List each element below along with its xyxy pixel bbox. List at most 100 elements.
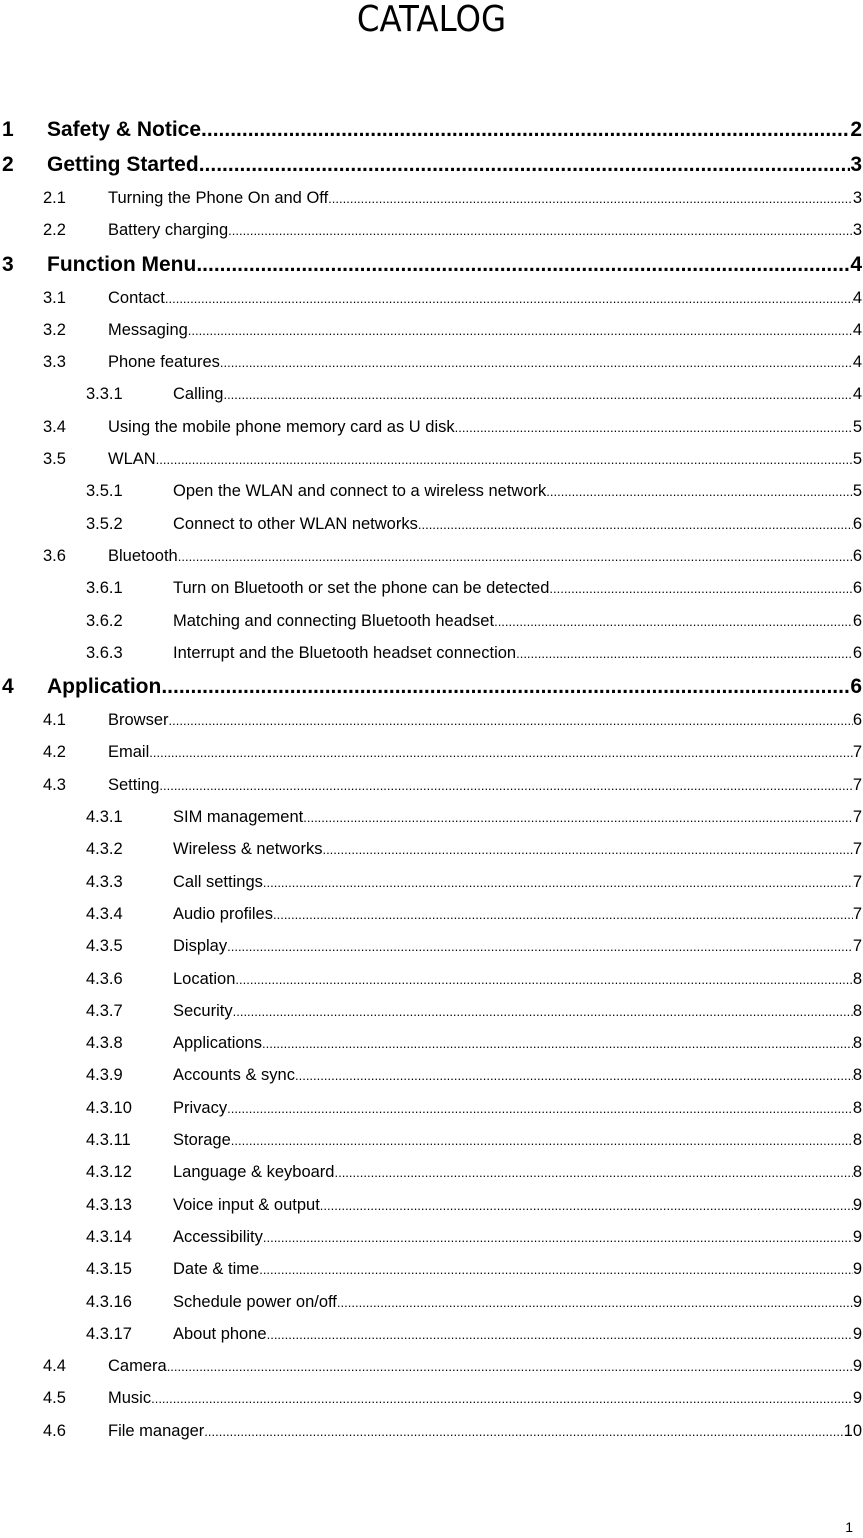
dot-leader — [228, 215, 853, 246]
dot-leader — [156, 444, 853, 475]
toc-entry-number: 1 — [2, 118, 14, 141]
toc-entry-3-5-2[interactable]: 3.5.2 Connect to other WLAN networks 6 — [0, 508, 862, 540]
toc-entry-4-3-17[interactable]: 4.3.17 About phone 9 — [0, 1318, 862, 1350]
toc-entry-label: Wireless & networks — [173, 840, 323, 859]
toc-entry-3-2[interactable]: 3.2 Messaging 4 — [0, 314, 862, 346]
dot-leader — [334, 1157, 852, 1188]
toc-entry-4-3-7[interactable]: 4.3.7 Security 8 — [0, 995, 862, 1027]
toc-entry-label: Phone features — [108, 353, 220, 372]
toc-entry-number: 4.3.5 — [86, 937, 123, 956]
toc-entry-4-5[interactable]: 4.5 Music 9 — [0, 1382, 862, 1414]
dot-leader — [418, 509, 853, 540]
toc-entry-3-3-1[interactable]: 3.3.1 Calling 4 — [0, 378, 862, 410]
toc-entry-page: 7 — [852, 904, 862, 923]
toc-entry-number: 4.3.3 — [86, 872, 123, 891]
toc-entry-label: SIM management — [173, 808, 304, 827]
toc-entry-label: Messaging — [108, 320, 188, 339]
toc-entry-label: Privacy — [173, 1098, 228, 1117]
dot-leader — [328, 183, 853, 214]
toc-entry-4[interactable]: 4 Application 6 — [0, 669, 862, 704]
toc-entry-label: Matching and connecting Bluetooth headse… — [173, 611, 495, 630]
page-title: CATALOG — [356, 0, 507, 40]
toc-entry-3-6-2[interactable]: 3.6.2 Matching and connecting Bluetooth h… — [0, 605, 862, 637]
toc-entry-4-3-9[interactable]: 4.3.9 Accounts & sync 8 — [0, 1059, 862, 1091]
toc-entry-label: Calling — [173, 385, 224, 404]
toc-entry-4-1[interactable]: 4.1 Browser 6 — [0, 704, 862, 736]
dot-leader — [273, 899, 853, 930]
toc-entry-label: Setting — [108, 775, 160, 794]
toc-entry-4-4[interactable]: 4.4 Camera 9 — [0, 1350, 862, 1382]
toc-entry-4-3-2[interactable]: 4.3.2 Wireless & networks 7 — [0, 833, 862, 865]
toc-entry-3-6-3[interactable]: 3.6.3 Interrupt and the Bluetooth headset… — [0, 637, 862, 669]
toc-entry-number: 4.3.7 — [86, 1001, 123, 1020]
toc-entry-number: 4.3.16 — [86, 1292, 132, 1311]
toc-entry-page: 7 — [852, 840, 862, 859]
toc-entry-3-5[interactable]: 3.5 WLAN 5 — [0, 443, 862, 475]
toc-entry-number: 3.3.1 — [86, 385, 123, 404]
toc-entry-page: 5 — [852, 482, 862, 501]
toc-entry-page: 7 — [852, 872, 862, 891]
toc-entry-4-3-13[interactable]: 4.3.13 Voice input & output 9 — [0, 1189, 862, 1221]
toc-entry-3-1[interactable]: 3.1 Contact 4 — [0, 282, 862, 314]
toc-entry-number: 4.3.12 — [86, 1163, 132, 1182]
toc-entry-4-3-3[interactable]: 4.3.3 Call settings 7 — [0, 866, 862, 898]
toc-entry-label: Applications — [173, 1034, 262, 1053]
toc-entry-number: 4.3.1 — [86, 808, 123, 827]
toc-entry-page: 2 — [850, 118, 862, 141]
toc-entry-number: 3.6.1 — [86, 579, 123, 598]
toc-entry-page: 9 — [852, 1357, 862, 1376]
toc-entry-number: 4.3.15 — [86, 1260, 132, 1279]
toc-entry-4-3-11[interactable]: 4.3.11 Storage 8 — [0, 1124, 862, 1156]
toc-entry-3-3[interactable]: 3.3 Phone features 4 — [0, 346, 862, 378]
toc-entry-3[interactable]: 3 Function Menu 4 — [0, 247, 862, 282]
toc-entry-label: Getting Started — [47, 153, 199, 176]
toc-entry-4-3[interactable]: 4.3 Setting 7 — [0, 769, 862, 801]
dot-leader — [546, 476, 853, 507]
toc-entry-3-6-1[interactable]: 3.6.1 Turn on Bluetooth or set the phone … — [0, 572, 862, 604]
toc-entry-2-2[interactable]: 2.2 Battery charging 3 — [0, 214, 862, 246]
dot-leader — [320, 1190, 853, 1221]
toc-entry-4-3-6[interactable]: 4.3.6 Location 8 — [0, 963, 862, 995]
toc-entry-4-6[interactable]: 4.6 File manager 10 — [0, 1415, 862, 1447]
toc-entry-4-3-1[interactable]: 4.3.1 SIM management 7 — [0, 801, 862, 833]
dot-leader — [494, 606, 853, 637]
toc-entry-number: 4.3.4 — [86, 904, 123, 923]
toc-entry-number: 3.5.1 — [86, 482, 123, 501]
toc-entry-4-3-15[interactable]: 4.3.15 Date & time 9 — [0, 1253, 862, 1285]
toc-entry-number: 3 — [2, 252, 14, 276]
toc-entry-4-3-12[interactable]: 4.3.12 Language & keyboard 8 — [0, 1156, 862, 1188]
toc-entry-3-6[interactable]: 3.6 Bluetooth 6 — [0, 540, 862, 572]
dot-leader — [233, 996, 853, 1027]
toc-entry-4-3-5[interactable]: 4.3.5 Display 7 — [0, 930, 862, 962]
toc-entry-3-4[interactable]: 3.4 Using the mobile phone memory card as… — [0, 411, 862, 443]
toc-entry-page: 6 — [852, 643, 862, 662]
toc-entry-1[interactable]: 1 Safety & Notice 2 — [0, 112, 862, 147]
dot-leader — [295, 1060, 853, 1091]
toc-entry-2-1[interactable]: 2.1 Turning the Phone On and Off 3 — [0, 182, 862, 214]
toc-entry-label: WLAN — [108, 450, 156, 469]
toc-entry-page: 6 — [852, 611, 862, 630]
toc-entry-3-5-1[interactable]: 3.5.1 Open the WLAN and connect to a wire… — [0, 475, 862, 507]
toc-entry-page: 8 — [852, 1034, 862, 1053]
toc-entry-label: Contact — [108, 288, 165, 307]
toc-entry-label: Battery charging — [108, 221, 229, 240]
dot-leader — [204, 1416, 843, 1447]
toc-entry-4-2[interactable]: 4.2 Email 7 — [0, 736, 862, 768]
toc-entry-number: 2.2 — [43, 221, 66, 240]
toc-entry-page: 6 — [852, 514, 862, 533]
dot-leader — [167, 1351, 853, 1382]
toc-entry-number: 3.5 — [43, 450, 66, 469]
toc-entry-number: 2.1 — [43, 189, 66, 207]
dot-leader — [201, 112, 850, 147]
toc-entry-number: 4 — [2, 675, 14, 699]
toc-entry-4-3-4[interactable]: 4.3.4 Audio profiles 7 — [0, 898, 862, 930]
toc-entry-4-3-14[interactable]: 4.3.14 Accessibility 9 — [0, 1221, 862, 1253]
toc-entry-number: 3.6 — [43, 546, 66, 565]
dot-leader — [227, 931, 853, 962]
toc-entry-4-3-16[interactable]: 4.3.16 Schedule power on/off 9 — [0, 1286, 862, 1318]
toc-entry-number: 4.3.10 — [86, 1098, 132, 1117]
toc-entry-2[interactable]: 2 Getting Started 3 — [0, 147, 862, 182]
toc-entry-page: 5 — [852, 417, 862, 436]
toc-entry-4-3-8[interactable]: 4.3.8 Applications 8 — [0, 1027, 862, 1059]
toc-entry-4-3-10[interactable]: 4.3.10 Privacy 8 — [0, 1092, 862, 1124]
